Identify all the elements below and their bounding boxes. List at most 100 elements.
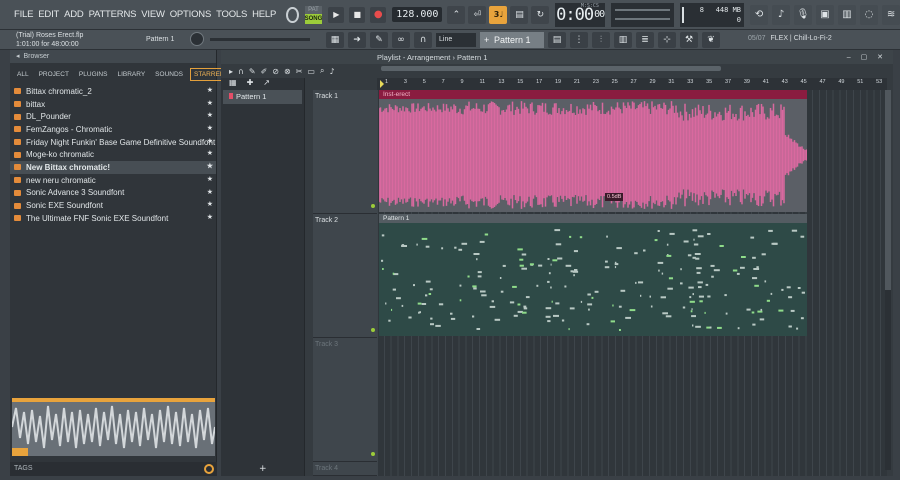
wait-input-icon[interactable]: ⏎ [468,5,487,24]
pat-mode[interactable]: PAT [304,5,323,14]
track-header-3[interactable]: Track 3 [313,338,377,462]
piano-icon[interactable]: ▦ [326,32,344,48]
playlist-icon[interactable]: ▤ [548,32,566,48]
star-icon[interactable]: ★ [207,86,213,94]
slice-icon[interactable]: ✂ [296,67,303,76]
playback-icon[interactable]: ♪ [329,67,334,76]
pat-song-toggle[interactable]: PAT SONG [304,5,323,24]
list-item[interactable]: FemZangos - Chromatic ★ [10,123,216,136]
hint-circle-icon[interactable] [286,6,299,23]
sample-preview-waveform[interactable] [12,398,215,456]
list-item[interactable]: Sonic EXE Soundfont ★ [10,199,216,212]
metronome-icon[interactable]: ⌃ [447,5,466,24]
search-icon[interactable] [204,464,214,474]
star-icon[interactable]: ★ [207,200,213,208]
star-icon[interactable]: ★ [207,137,213,145]
undo-icon[interactable]: ⟲ [750,4,769,25]
stop-icon[interactable]: ■ [349,6,366,23]
star-icon[interactable]: ★ [207,124,213,132]
pattern-clip[interactable]: Pattern 1 [379,214,807,336]
list-item[interactable]: new neru chromatic ★ [10,174,216,187]
mic-icon[interactable]: 🎙 [794,4,813,25]
menu-help[interactable]: HELP [252,9,276,20]
tab-sounds[interactable]: SOUNDS [152,69,186,80]
tempo-display[interactable]: 128.000 [392,7,443,22]
piano-icon[interactable]: ▦ [229,78,237,90]
list-item[interactable]: Sonic Advance 3 Soundfont ★ [10,187,216,200]
arrangement-grid[interactable]: Inst-erect 0.5dB Pattern 1 [377,90,887,476]
tags-bar[interactable]: TAGS [10,462,217,476]
audio-icon[interactable]: ♪ [772,4,791,25]
plugin-icon[interactable]: ⊹ [658,32,676,48]
star-icon[interactable]: ★ [207,175,213,183]
pattern-item[interactable]: Pattern 1 [223,90,302,104]
snap-select[interactable]: Line [436,33,476,47]
horizontal-scrollbar[interactable] [381,66,721,71]
browser-arrow-icon[interactable]: ◂ [16,50,20,63]
menu-file[interactable]: FILE [14,9,33,20]
sliders-icon[interactable]: ≋ [882,4,900,25]
tab-all[interactable]: ALL [14,69,32,80]
list-item[interactable]: bittax ★ [10,98,216,111]
zoom-icon[interactable]: ⌕ [320,66,324,76]
pattern-clip-header[interactable]: Pattern 1 [379,214,807,223]
magnet-icon[interactable]: ∩ [414,32,432,48]
track-mute-dot[interactable] [371,452,375,456]
tab-plugins[interactable]: PLUGINS [76,69,111,80]
tab-project[interactable]: PROJECT [36,69,72,80]
track-mute-dot[interactable] [371,328,375,332]
list-item[interactable]: Moge-ko chromatic ★ [10,148,216,161]
list-item[interactable]: The Ultimate FNF Sonic EXE Soundfont ★ [10,212,216,225]
pencil-icon[interactable]: ✎ [249,67,256,76]
magnet-icon[interactable]: ∩ [238,67,244,76]
mixer-icon[interactable]: ⫶ [592,32,610,48]
star-icon[interactable]: ★ [207,162,213,170]
arrow-icon[interactable]: ➜ [348,32,366,48]
render-icon[interactable]: ▥ [838,4,857,25]
list-item[interactable]: Bittax chromatic_2 ★ [10,85,216,98]
list-item[interactable]: DL_Pounder ★ [10,110,216,123]
brush-icon[interactable]: ✎ [370,32,388,48]
track-header-2[interactable]: Track 2 [313,214,377,338]
bird-icon[interactable]: ❦ [702,32,720,48]
add-icon[interactable]: ✚ [247,78,254,90]
plugin-preset-info[interactable]: 05/07 FLEX | Chill-Lo-Fi-2 [748,35,832,42]
fx-icon[interactable]: ⚒ [680,32,698,48]
arrow-icon[interactable]: ↗ [263,78,270,90]
menu-tools[interactable]: TOOLS [216,9,247,20]
track-lock-icon[interactable] [371,204,375,208]
track-header-4[interactable]: Track 4 [313,462,377,476]
star-icon[interactable]: ★ [207,188,213,196]
loop-record-icon[interactable]: ↻ [531,5,550,24]
star-icon[interactable]: ★ [207,213,213,221]
menu-arrow-icon[interactable]: ▸ [229,67,233,76]
countdown-icon[interactable]: 3♩ [489,5,508,24]
window-controls[interactable]: ‒ ▢ ✕ [847,53,887,61]
master-pitch-slider[interactable] [210,38,310,41]
tab-library[interactable]: LIBRARY [114,69,148,80]
menu-edit[interactable]: EDIT [38,9,59,20]
list-item[interactable]: Friday Night Funkin' Base Game Definitiv… [10,136,216,149]
chat-icon[interactable]: ◌ [860,4,879,25]
star-icon[interactable]: ★ [207,99,213,107]
song-mode[interactable]: SONG [304,13,323,24]
scroll-thumb[interactable] [885,90,891,290]
song-position[interactable]: M:S:CS 0:00 00 [555,2,605,27]
vertical-scrollbar[interactable] [885,90,891,470]
select-icon[interactable]: ▭ [307,67,315,76]
playhead-marker[interactable] [380,80,384,88]
link-icon[interactable]: ∞ [392,32,410,48]
brush-icon[interactable]: ✐ [261,67,268,76]
track-header-1[interactable]: Track 1 [313,90,377,214]
piano-roll-icon[interactable]: ▥ [614,32,632,48]
star-icon[interactable]: ★ [207,111,213,119]
pattern-selector[interactable]: Pattern 1 [480,32,544,48]
list-item-selected[interactable]: New Bittax chromatic! ★ [10,161,216,174]
play-icon[interactable]: ▶ [328,6,345,23]
audio-clip-header[interactable]: Inst-erect [379,90,807,99]
mute-icon[interactable]: ⊗ [284,67,291,76]
star-icon[interactable]: ★ [207,149,213,157]
record-icon[interactable]: ● [370,6,387,23]
menu-options[interactable]: OPTIONS [170,9,212,20]
master-volume-knob[interactable] [190,32,204,46]
